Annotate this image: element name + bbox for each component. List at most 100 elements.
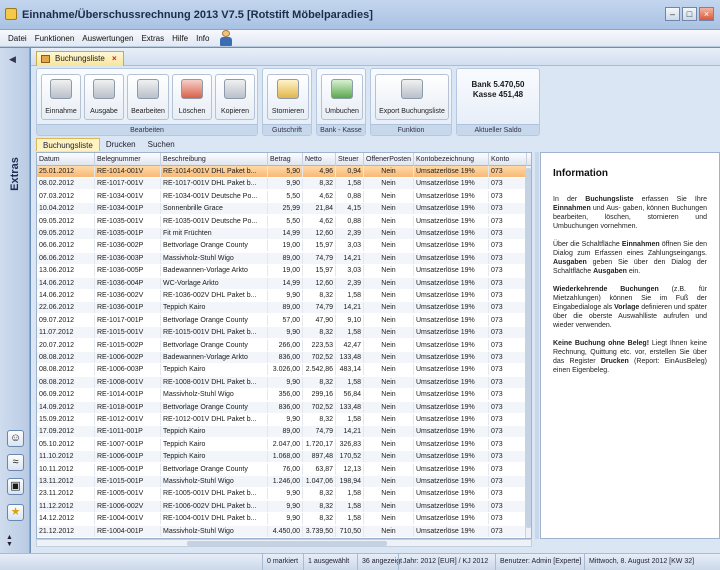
table-row[interactable]: 23.11.2012 RE-1005-001V RE-1005-001V DHL P… [37,488,527,500]
ausgabe-button[interactable]: Ausgabe [84,74,124,120]
table-cell: 9,10 [336,314,364,326]
vertical-scrollbar[interactable] [525,166,531,538]
column-header[interactable]: Netto [303,153,336,166]
assistant-figure-icon[interactable] [219,30,233,46]
stornieren-button[interactable]: Stornieren [267,74,309,120]
table-row[interactable]: 08.08.2012 RE-1006-002P Badewannen-Vorlage… [37,352,527,363]
subtab-buchungsliste[interactable]: Buchungsliste [36,138,100,151]
star-icon[interactable]: ★ [7,504,24,521]
extras-sidebar: ◀ Extras ☺ ≈ ▣ ★ ▲ ▼ [0,48,30,553]
table-row[interactable]: 14.09.2012 RE-1018-001P Bettvorlage Orange… [37,401,527,413]
table-row[interactable]: 20.07.2012 RE-1015-002P Bettvorlage Orange… [37,339,527,351]
balance-display: Bank 5.470,50 Kasse 451,48 [457,80,539,100]
horizontal-scrollbar[interactable] [36,539,532,547]
table-cell: RE-1035-001V Deutsche Po... [161,215,268,227]
minimize-button[interactable]: – [665,7,680,21]
export-buchungsliste-button[interactable]: Export Buchungsliste [375,74,449,120]
table-row[interactable]: 14.12.2012 RE-1004-001V RE-1004-001V DHL P… [37,513,527,525]
column-header[interactable]: Konto [489,153,527,166]
table-cell: RE-1015-002P [95,339,161,351]
subtab-suchen[interactable]: Suchen [142,138,181,151]
table-row[interactable]: 13.06.2012 RE-1036-005P Badewannen-Vorlage… [37,265,527,277]
table-row[interactable]: 09.05.2012 RE-1035-001P Fit mit Früchten 14… [37,228,527,239]
scroll-thumb[interactable] [526,168,531,528]
tab-buchungsliste[interactable]: Buchungsliste × [36,51,124,66]
table-cell: Umsatzerlöse 19% [414,178,489,190]
table-cell: 073 [489,277,527,289]
table-cell: Nein [364,252,414,264]
extras-label[interactable]: Extras [9,153,21,195]
column-header[interactable]: Betrag [268,153,303,166]
table-row[interactable]: 07.03.2012 RE-1034-001V RE-1034-001V Deuts… [37,190,527,202]
table-cell: Nein [364,414,414,425]
column-header[interactable]: OffenerPosten [364,153,414,166]
table-row[interactable]: 08.08.2012 RE-1008-001V RE-1008-001V DHL P… [37,376,527,388]
table-row[interactable]: 14.06.2012 RE-1036-004P WC-Vorlage Arkto 14… [37,277,527,289]
close-button[interactable]: × [699,7,714,21]
table-row[interactable]: 08.08.2012 RE-1006-003P Teppich Kairo 3.026… [37,364,527,376]
maximize-button[interactable]: □ [682,7,697,21]
table-row[interactable]: 11.10.2012 RE-1006-001P Teppich Kairo 1.068… [37,451,527,463]
table-cell: RE-1012-001V [95,414,161,425]
table-cell: 08.02.2012 [37,178,95,190]
chart-icon[interactable]: ≈ [7,454,24,471]
table-cell: 0,94 [336,166,364,177]
table-row[interactable]: 06.09.2012 RE-1014-001P Massivholz-Stuhl W… [37,389,527,401]
table-row[interactable]: 06.06.2012 RE-1036-002P Bettvorlage Orange… [37,240,527,252]
sidebar-scroll-icon[interactable]: ▲ ▼ [6,534,13,548]
table-cell: 10.11.2012 [37,463,95,475]
pin-icon[interactable]: ◀ [9,54,16,65]
table-row[interactable]: 11.12.2012 RE-1006-002V RE-1006-002V DHL P… [37,500,527,512]
table-row[interactable]: 22.06.2012 RE-1036-001P Teppich Kairo 89,00… [37,302,527,314]
column-header[interactable]: Beschreibung [161,153,268,166]
bookings-table: Datum Belegnummer Beschreibung Betrag Netto S… [36,152,532,539]
table-cell: 073 [489,290,527,301]
loeschen-button[interactable]: Löschen [172,74,212,120]
transfer-icon [331,79,353,99]
table-cell: Umsatzerlöse 19% [414,166,489,177]
column-header[interactable]: Datum [37,153,95,166]
delete-icon [181,79,203,99]
table-row[interactable]: 10.11.2012 RE-1005-001P Bettvorlage Orange… [37,463,527,475]
column-header[interactable]: Steuer [336,153,364,166]
menu-auswertungen[interactable]: Auswertungen [82,34,133,43]
table-row[interactable]: 11.07.2012 RE-1015-001V RE-1015-001V DHL P… [37,327,527,339]
table-row[interactable]: 09.07.2012 RE-1017-001P Bettvorlage Orange… [37,314,527,326]
table-cell: 266,00 [268,339,303,351]
column-header[interactable]: Kontobezeichnung [414,153,489,166]
table-row[interactable]: 06.06.2012 RE-1036-003P Massivholz-Stuhl W… [37,252,527,264]
table-cell: 19,00 [268,240,303,252]
menu-info[interactable]: Info [196,34,209,43]
table-row[interactable]: 15.09.2012 RE-1012-001V RE-1012-001V DHL P… [37,414,527,425]
panel-splitter[interactable] [535,152,539,539]
table-row[interactable]: 08.02.2012 RE-1017-001V RE-1017-001V DHL P… [37,178,527,190]
scroll-thumb[interactable] [187,541,387,546]
table-row[interactable]: 10.04.2012 RE-1034-001P Sonnenbrille Grace… [37,203,527,215]
table-cell: RE-1014-001V DHL Paket b... [161,166,268,177]
column-header[interactable]: Belegnummer [95,153,161,166]
menu-funktionen[interactable]: Funktionen [35,34,75,43]
subtab-drucken[interactable]: Drucken [100,138,142,151]
contacts-icon[interactable]: ☺ [7,430,24,447]
table-row[interactable]: 14.06.2012 RE-1036-002V RE-1036-002V DHL P… [37,290,527,301]
table-row[interactable]: 13.11.2012 RE-1015-001P Massivholz-Stuhl W… [37,476,527,487]
umbuchen-button[interactable]: Umbuchen [321,74,363,120]
table-cell: 21,84 [303,203,336,215]
close-tab-icon[interactable]: × [112,54,117,63]
table-row[interactable]: 25.01.2012 RE-1014-001V RE-1014-001V DHL P… [37,166,527,177]
table-cell: 1,58 [336,488,364,500]
menu-datei[interactable]: Datei [8,34,27,43]
table-row[interactable]: 17.09.2012 RE-1011-001P Teppich Kairo 89,00… [37,426,527,438]
menu-extras[interactable]: Extras [141,34,164,43]
table-cell: Umsatzerlöse 19% [414,252,489,264]
einnahme-button[interactable]: Einnahme [41,74,81,120]
menu-hilfe[interactable]: Hilfe [172,34,188,43]
table-cell: Umsatzerlöse 19% [414,352,489,363]
table-row[interactable]: 05.10.2012 RE-1007-001P Teppich Kairo 2.047… [37,438,527,450]
table-row[interactable]: 21.12.2012 RE-1004-001P Massivholz-Stuhl W… [37,525,527,537]
table-cell: Nein [364,302,414,314]
table-row[interactable]: 09.05.2012 RE-1035-001V RE-1035-001V Deuts… [37,215,527,227]
kopieren-button[interactable]: Kopieren [215,74,255,120]
book-icon[interactable]: ▣ [7,478,24,495]
bearbeiten-button[interactable]: Bearbeiten [127,74,169,120]
